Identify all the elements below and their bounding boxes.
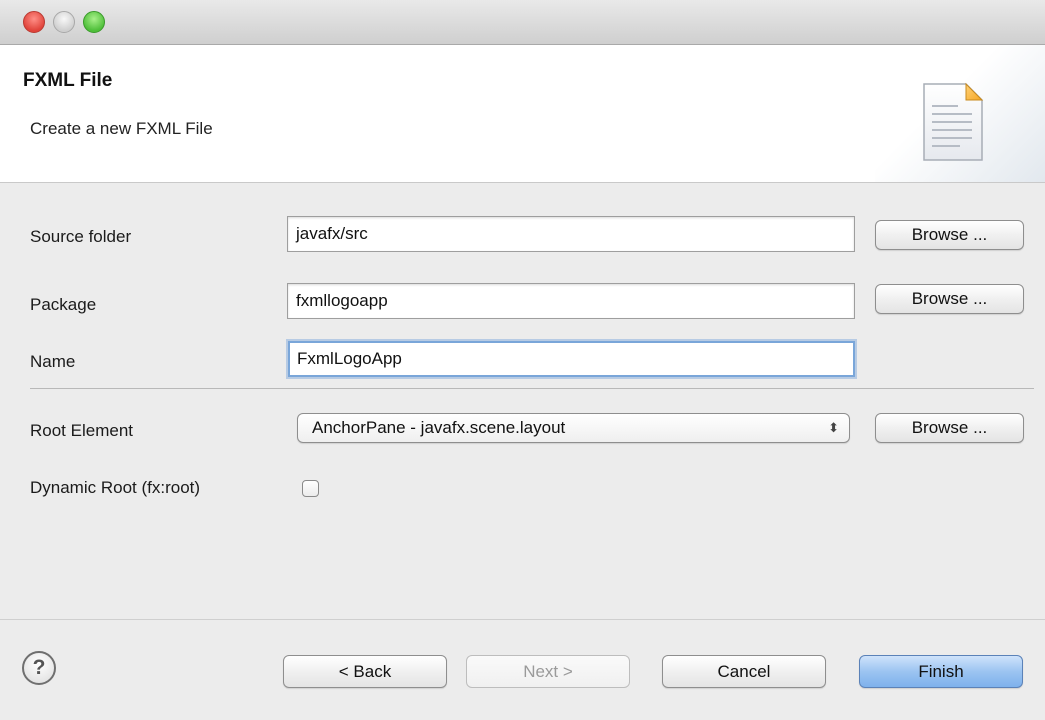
updown-arrows-icon: ⬍ [828,420,839,435]
maximize-window-button[interactable] [83,11,105,33]
root-element-browse-button[interactable]: Browse ... [875,413,1024,443]
wizard-header: FXML File Create a new FXML File [0,45,1045,183]
source-folder-field[interactable]: javafx/src [287,216,855,252]
window-titlebar [0,0,1045,45]
close-window-button[interactable] [23,11,45,33]
dynamic-root-checkbox[interactable] [302,480,319,497]
wizard-title: FXML File [23,70,113,91]
package-field[interactable]: fxmllogoapp [287,283,855,319]
source-folder-label: Source folder [30,227,132,246]
footer-separator [0,619,1045,620]
root-element-label: Root Element [30,421,133,440]
package-browse-button[interactable]: Browse ... [875,284,1024,314]
back-button[interactable]: < Back [283,655,447,688]
minimize-window-button[interactable] [53,11,75,33]
next-button[interactable]: Next > [466,655,630,688]
form-separator [30,388,1034,389]
document-icon [923,82,984,161]
dynamic-root-label: Dynamic Root (fx:root) [30,478,201,497]
name-field[interactable]: FxmlLogoApp [288,341,855,377]
name-label: Name [30,352,76,371]
help-icon[interactable]: ? [22,651,56,685]
finish-button[interactable]: Finish [859,655,1023,688]
wizard-subtitle: Create a new FXML File [30,119,213,138]
root-element-select[interactable]: AnchorPane - javafx.scene.layout ⬍ [297,413,850,443]
source-folder-browse-button[interactable]: Browse ... [875,220,1024,250]
package-label: Package [30,295,97,314]
root-element-selected-value: AnchorPane - javafx.scene.layout [312,418,566,437]
cancel-button[interactable]: Cancel [662,655,826,688]
